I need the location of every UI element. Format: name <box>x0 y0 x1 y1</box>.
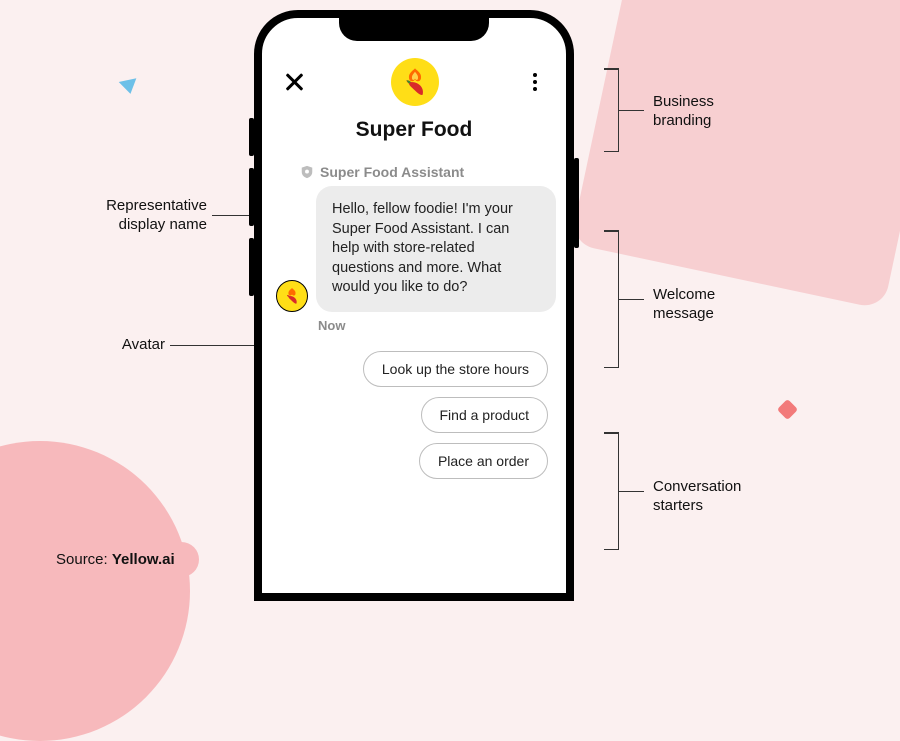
quick-replies: Look up the store hours Find a product P… <box>262 351 566 479</box>
welcome-message-bubble: Hello, fellow foodie! I'm your Super Foo… <box>316 186 556 312</box>
source-name: Yellow.ai <box>112 551 175 568</box>
connector-avatar <box>170 345 266 346</box>
chili-flame-icon <box>282 286 302 306</box>
bg-triangle-icon <box>119 78 140 95</box>
chili-flame-icon <box>398 65 432 99</box>
annotation-business-branding: Business branding <box>653 93 763 131</box>
message-timestamp: Now <box>318 318 566 333</box>
bracket-business-branding <box>604 68 619 152</box>
annotation-welcome-message: Welcome message <box>653 286 763 324</box>
annotation-avatar: Avatar <box>105 336 165 355</box>
connector-welcome <box>618 299 644 300</box>
shield-icon <box>300 165 314 179</box>
annotation-representative-display-name: Representative display name <box>62 197 207 235</box>
bg-diamond-icon <box>777 399 798 420</box>
connector-branding <box>618 110 644 111</box>
phone-side-button <box>249 238 254 296</box>
connector-starters <box>618 491 644 492</box>
phone-side-button <box>249 168 254 226</box>
phone-side-button <box>249 118 254 156</box>
close-icon[interactable] <box>284 72 304 92</box>
phone-notch <box>339 17 489 41</box>
brand-title: Super Food <box>262 118 566 142</box>
bg-shape-top-right <box>570 0 900 310</box>
brand-logo <box>391 58 439 106</box>
phone-power-button <box>574 158 579 248</box>
representative-name: Super Food Assistant <box>320 164 464 180</box>
chat-header <box>262 58 566 106</box>
annotation-conversation-starters: Conversation starters <box>653 478 783 516</box>
representative-row: Super Food Assistant <box>300 164 566 180</box>
bracket-welcome-message <box>604 230 619 368</box>
quick-reply-button[interactable]: Place an order <box>419 443 548 479</box>
source-pill: Source: Yellow.ai <box>32 542 199 577</box>
source-prefix: Source: <box>56 551 112 568</box>
bg-shape-bottom-left <box>0 441 190 741</box>
message-row: Hello, fellow foodie! I'm your Super Foo… <box>276 186 566 312</box>
quick-reply-button[interactable]: Look up the store hours <box>363 351 548 387</box>
bracket-conversation-starters <box>604 432 619 550</box>
quick-reply-button[interactable]: Find a product <box>421 397 549 433</box>
avatar <box>276 280 308 312</box>
phone-frame: Super Food Super Food Assistant Hello, f… <box>254 10 574 601</box>
kebab-menu-icon[interactable] <box>526 72 544 92</box>
